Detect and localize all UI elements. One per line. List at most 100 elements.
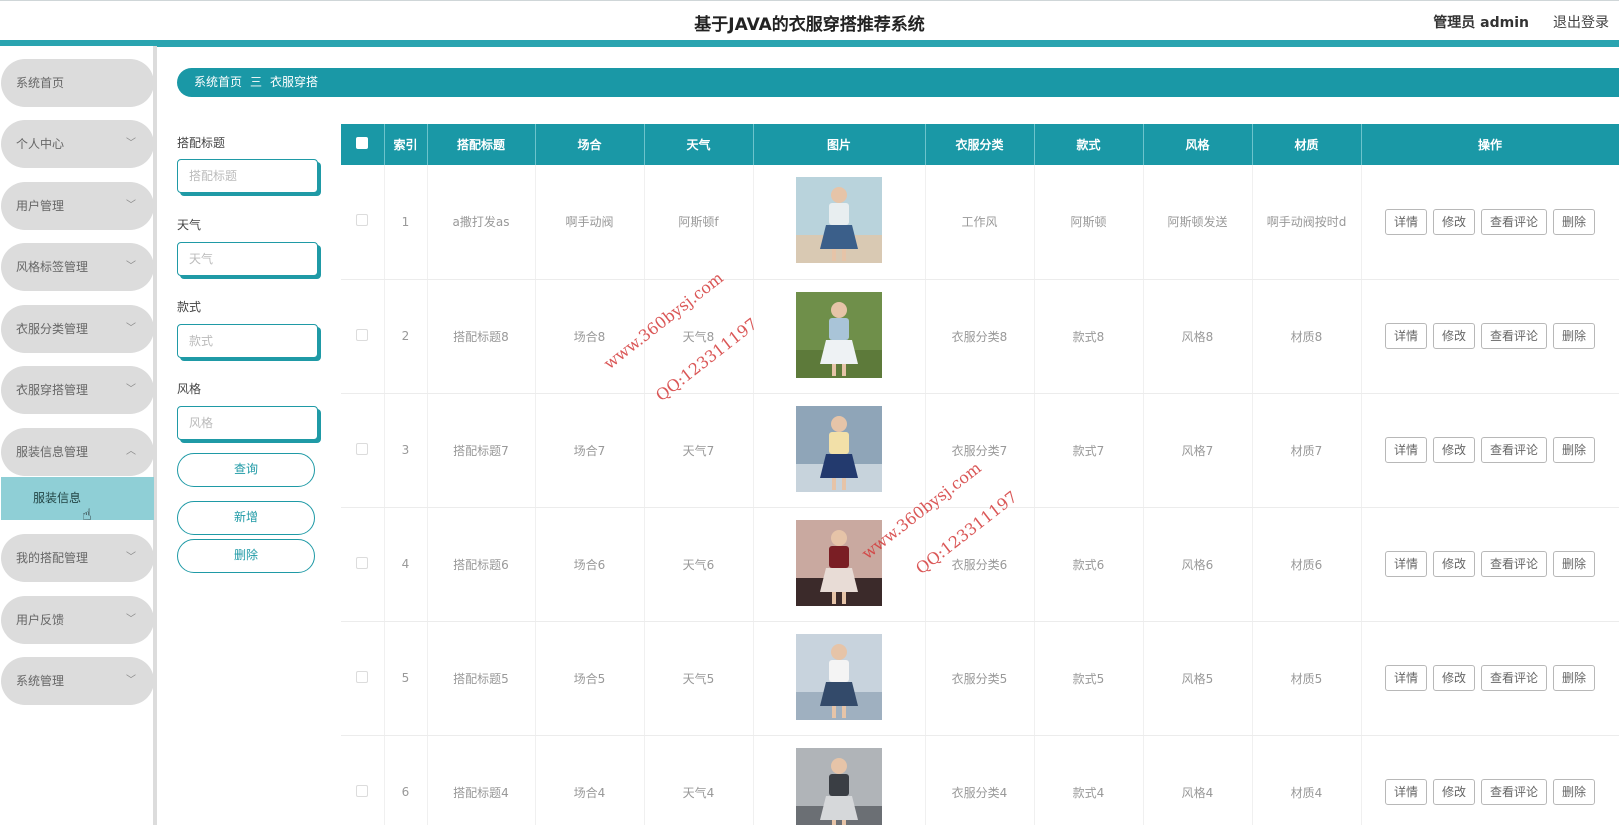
fashion-search-input[interactable]: [177, 406, 318, 440]
filter-style-label: 款式: [177, 300, 202, 314]
style-search-input[interactable]: [177, 324, 318, 358]
view-comments-button[interactable]: 查看评论: [1481, 665, 1548, 691]
detail-button[interactable]: 详情: [1384, 323, 1427, 349]
breadcrumb: 系统首页三衣服穿搭: [177, 68, 1619, 97]
row-checkbox[interactable]: [341, 279, 385, 394]
add-button[interactable]: 新增: [177, 501, 315, 535]
sidebar-item-users[interactable]: 用户管理 ﹀: [1, 182, 154, 230]
edit-button[interactable]: 修改: [1432, 665, 1475, 691]
view-comments-button[interactable]: 查看评论: [1481, 779, 1548, 805]
cell-actions: 详情 修改 查看评论 删除: [1361, 621, 1619, 736]
table-row: 2 搭配标题8 场合8 天气8 衣服分类8 款式8 风格8 材质8 详情 修改 查看…: [341, 279, 1619, 394]
delete-row-button[interactable]: 删除: [1553, 208, 1596, 235]
table-row: 6 搭配标题4 场合4 天气4 衣服分类4 款式4 风格4 材质4 详情 修改 查看…: [341, 735, 1619, 825]
table-row: 1 a撒打发as 啊手动阀 阿斯顿f 工作风 阿斯顿 阿斯顿发送 啊手动阀按时d…: [341, 165, 1619, 280]
sidebar-item-label: 用户管理: [16, 199, 65, 213]
outfit-photo[interactable]: [796, 405, 882, 492]
logout-link[interactable]: 退出登录: [1553, 12, 1609, 32]
edit-button[interactable]: 修改: [1432, 323, 1475, 349]
header-accent-bar: [0, 40, 1619, 47]
detail-button[interactable]: 详情: [1384, 551, 1427, 577]
title-search-input[interactable]: [177, 159, 318, 193]
select-all-checkbox[interactable]: [341, 124, 385, 165]
sidebar-item-label: 衣服穿搭管理: [16, 383, 89, 397]
cell-actions: 详情 修改 查看评论 删除: [1361, 165, 1619, 280]
cell-title: a撒打发as: [427, 165, 536, 280]
delete-row-button[interactable]: 删除: [1553, 779, 1596, 805]
outfit-photo[interactable]: [796, 633, 882, 720]
cell-material: 材质8: [1252, 279, 1362, 394]
cell-weather: 天气7: [644, 393, 754, 508]
sidebar-item-home[interactable]: 系统首页: [1, 59, 154, 107]
detail-button[interactable]: 详情: [1384, 437, 1427, 463]
cell-material: 材质4: [1252, 735, 1362, 825]
outfit-photo[interactable]: [796, 747, 882, 825]
delete-row-button[interactable]: 删除: [1553, 665, 1596, 691]
cell-material: 材质6: [1252, 507, 1362, 622]
edit-button[interactable]: 修改: [1432, 779, 1475, 805]
row-checkbox[interactable]: [341, 165, 385, 280]
row-checkbox[interactable]: [341, 507, 385, 622]
chevron-down-icon: ﹀: [126, 552, 136, 563]
row-checkbox[interactable]: [341, 735, 385, 825]
breadcrumb-separator: 三: [250, 75, 263, 89]
edit-button[interactable]: 修改: [1432, 208, 1475, 235]
cell-actions: 详情 修改 查看评论 删除: [1361, 735, 1619, 825]
view-comments-button[interactable]: 查看评论: [1481, 437, 1548, 463]
sidebar-item-label: 风格标签管理: [16, 260, 89, 274]
outfit-photo[interactable]: [796, 291, 882, 378]
submenu-apparel-info[interactable]: 服装信息: [1, 477, 154, 520]
sidebar-item-system[interactable]: 系统管理 ﹀: [1, 657, 154, 705]
col-style: 款式: [1034, 124, 1144, 165]
sidebar-item-label: 衣服分类管理: [16, 322, 89, 336]
delete-row-button[interactable]: 删除: [1553, 323, 1596, 349]
view-comments-button[interactable]: 查看评论: [1481, 323, 1548, 349]
cell-occasion: 场合6: [535, 507, 645, 622]
col-actions: 操作: [1361, 124, 1619, 165]
col-category: 衣服分类: [925, 124, 1035, 165]
cell-material: 材质5: [1252, 621, 1362, 736]
cell-occasion: 场合7: [535, 393, 645, 508]
sidebar-scrollbar[interactable]: [153, 46, 157, 825]
delete-row-button[interactable]: 删除: [1553, 551, 1596, 577]
cell-fashion: 阿斯顿发送: [1143, 165, 1253, 280]
col-occasion: 场合: [535, 124, 645, 165]
sidebar-item-personal[interactable]: 个人中心 ﹀: [1, 120, 154, 168]
detail-button[interactable]: 详情: [1384, 208, 1427, 235]
outfit-photo[interactable]: [796, 177, 882, 264]
table-header-row: 索引 搭配标题 场合 天气 图片 衣服分类 款式 风格 材质 操作: [341, 124, 1619, 165]
filter-title-label: 搭配标题: [177, 136, 226, 150]
cell-title: 搭配标题8: [427, 279, 536, 394]
sidebar-item-apparel-info[interactable]: 服装信息管理 ︿: [1, 428, 154, 476]
sidebar-item-style-tags[interactable]: 风格标签管理 ﹀: [1, 243, 154, 291]
row-checkbox[interactable]: [341, 621, 385, 736]
view-comments-button[interactable]: 查看评论: [1481, 551, 1548, 577]
cell-style: 款式7: [1034, 393, 1144, 508]
detail-button[interactable]: 详情: [1384, 665, 1427, 691]
weather-search-input[interactable]: [177, 242, 318, 276]
cell-fashion: 风格4: [1143, 735, 1253, 825]
breadcrumb-home[interactable]: 系统首页: [194, 75, 242, 89]
sidebar-item-clothing-category[interactable]: 衣服分类管理 ﹀: [1, 305, 154, 353]
detail-button[interactable]: 详情: [1384, 779, 1427, 805]
chevron-down-icon: ﹀: [126, 614, 136, 625]
delete-row-button[interactable]: 删除: [1553, 437, 1596, 463]
cell-fashion: 风格7: [1143, 393, 1253, 508]
batch-delete-button[interactable]: 删除: [177, 539, 315, 573]
cell-weather: 天气4: [644, 735, 754, 825]
cell-index: 2: [384, 279, 428, 394]
edit-button[interactable]: 修改: [1432, 551, 1475, 577]
search-button[interactable]: 查询: [177, 453, 315, 487]
cell-image: [753, 279, 926, 394]
cell-index: 5: [384, 621, 428, 736]
sidebar-item-my-outfits[interactable]: 我的搭配管理 ﹀: [1, 534, 154, 582]
cell-image: [753, 735, 926, 825]
cell-style: 款式4: [1034, 735, 1144, 825]
sidebar-item-feedback[interactable]: 用户反馈 ﹀: [1, 596, 154, 644]
chevron-up-icon: ︿: [126, 446, 136, 457]
sidebar-item-outfit[interactable]: 衣服穿搭管理 ﹀: [1, 366, 154, 414]
row-checkbox[interactable]: [341, 393, 385, 508]
view-comments-button[interactable]: 查看评论: [1481, 208, 1548, 235]
chevron-down-icon: ﹀: [126, 384, 136, 395]
edit-button[interactable]: 修改: [1432, 437, 1475, 463]
